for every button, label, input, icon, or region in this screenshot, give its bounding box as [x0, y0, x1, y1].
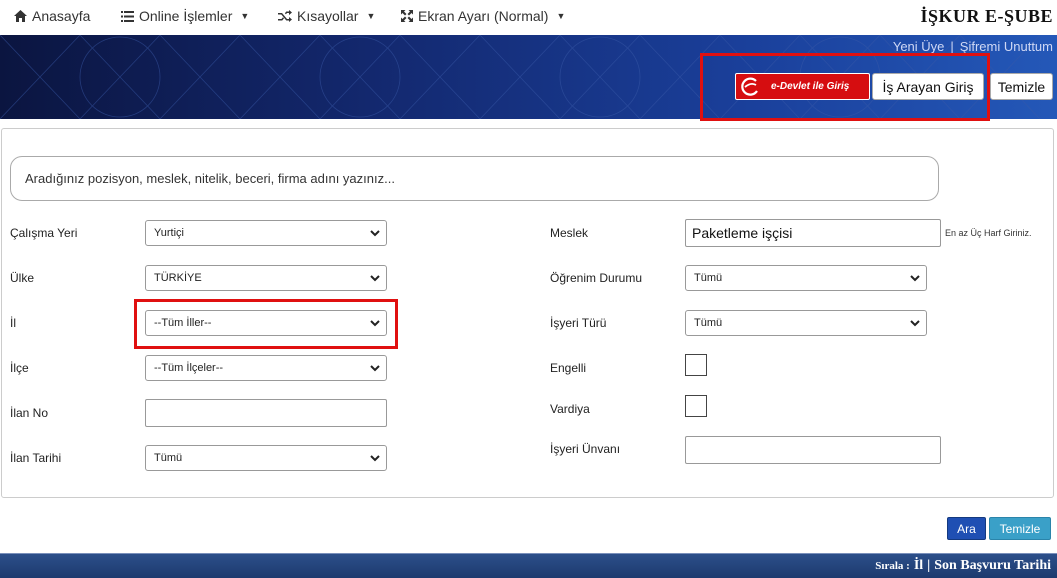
chevron-down-icon — [370, 275, 380, 282]
edevlet-logo-icon — [741, 77, 758, 96]
nav-home[interactable]: Anasayfa — [14, 8, 90, 24]
sort-label: Sırala : — [875, 560, 910, 572]
chevron-down-icon: ▼ — [240, 11, 250, 21]
sort-separator: | — [927, 558, 931, 573]
nav-online-islemler[interactable]: Online İşlemler ▼ — [121, 8, 249, 24]
country-select[interactable]: TÜRKİYE — [145, 265, 387, 291]
chevron-down-icon — [370, 320, 380, 327]
search-input[interactable]: Aradığınız pozisyon, meslek, nitelik, be… — [10, 156, 939, 201]
district-label: İlçe — [10, 361, 29, 375]
chevron-down-icon — [910, 275, 920, 282]
district-value: --Tüm İlçeler-- — [154, 362, 224, 374]
sort-by-deadline[interactable]: Son Başvuru Tarihi — [934, 558, 1051, 574]
list-icon — [121, 10, 134, 22]
edevlet-label: e-Devlet ile Giriş — [771, 81, 850, 92]
province-select[interactable]: --Tüm İller-- — [145, 310, 387, 336]
profession-value: Paketleme işçisi — [692, 225, 793, 241]
workplace-type-select[interactable]: Tümü — [685, 310, 927, 336]
sort-by-province[interactable]: İl — [914, 558, 923, 574]
ad-no-input[interactable] — [145, 399, 387, 427]
sort-options: Sırala : İl | Son Başvuru Tarihi — [875, 558, 1051, 574]
chevron-down-icon — [370, 365, 380, 372]
ad-date-value: Tümü — [154, 452, 183, 464]
clear-button-label: Temizle — [999, 521, 1041, 536]
banner-links: Yeni Üye | Şifremi Unuttum — [893, 39, 1053, 54]
workplace-type-value: Tümü — [694, 317, 723, 329]
nav-home-label: Anasayfa — [32, 8, 91, 24]
shift-label: Vardiya — [550, 402, 590, 416]
province-label: İl — [10, 316, 16, 330]
new-member-link[interactable]: Yeni Üye — [893, 39, 945, 54]
nav-shortcuts-label: Kısayollar — [297, 8, 359, 24]
profession-label: Meslek — [550, 226, 589, 240]
nav-online-label: Online İşlemler — [139, 8, 233, 24]
chevron-down-icon — [370, 230, 380, 237]
disabled-label: Engelli — [550, 361, 587, 375]
search-button-label: Ara — [957, 521, 976, 536]
edevlet-login-button[interactable]: e-Devlet ile Giriş — [735, 73, 870, 100]
chevron-down-icon: ▼ — [556, 11, 566, 21]
country-label: Ülke — [10, 271, 35, 285]
search-placeholder: Aradığınız pozisyon, meslek, nitelik, be… — [25, 171, 395, 186]
disabled-checkbox[interactable] — [685, 354, 707, 376]
clear-button[interactable]: Temizle — [989, 517, 1051, 540]
work-place-value: Yurtiçi — [154, 227, 184, 239]
workplace-title-label: İşyeri Ünvanı — [550, 442, 621, 456]
education-label: Öğrenim Durumu — [550, 271, 643, 285]
nav-kisayollar[interactable]: Kısayollar ▼ — [278, 8, 375, 24]
shuffle-icon — [278, 10, 292, 22]
country-value: TÜRKİYE — [154, 272, 202, 284]
search-button[interactable]: Ara — [947, 517, 986, 540]
forgot-password-link[interactable]: Şifremi Unuttum — [960, 39, 1053, 54]
link-separator: | — [950, 39, 954, 54]
province-value: --Tüm İller-- — [154, 317, 212, 329]
profession-input[interactable]: Paketleme işçisi — [685, 219, 941, 247]
expand-icon — [401, 10, 413, 22]
nav-screen-label: Ekran Ayarı (Normal) — [418, 8, 549, 24]
education-value: Tümü — [694, 272, 723, 284]
workplace-title-input[interactable] — [685, 436, 941, 464]
top-navigation: Anasayfa Online İşlemler ▼ Kısayollar ▼ … — [0, 0, 1057, 35]
job-seeker-login-button[interactable]: İş Arayan Giriş — [872, 73, 984, 100]
workplace-type-label: İşyeri Türü — [550, 316, 607, 330]
education-select[interactable]: Tümü — [685, 265, 927, 291]
job-seeker-login-label: İş Arayan Giriş — [882, 78, 974, 95]
profession-hint: En az Üç Harf Giriniz. — [945, 228, 1032, 238]
work-place-select[interactable]: Yurtiçi — [145, 220, 387, 246]
chevron-down-icon — [910, 320, 920, 327]
shift-checkbox[interactable] — [685, 395, 707, 417]
home-icon — [14, 10, 27, 22]
nav-ekran-ayari[interactable]: Ekran Ayarı (Normal) ▼ — [401, 8, 565, 24]
chevron-down-icon: ▼ — [366, 11, 376, 21]
site-brand: İŞKUR E-ŞUBE — [920, 6, 1053, 26]
district-select[interactable]: --Tüm İlçeler-- — [145, 355, 387, 381]
chevron-down-icon — [370, 455, 380, 462]
banner-clear-label: Temizle — [997, 78, 1046, 95]
work-place-label: Çalışma Yeri — [10, 226, 78, 240]
banner-clear-button[interactable]: Temizle — [990, 73, 1053, 100]
ad-date-label: İlan Tarihi — [10, 451, 62, 465]
sort-bar: Sırala : İl | Son Başvuru Tarihi — [0, 553, 1057, 578]
ad-no-label: İlan No — [10, 406, 49, 420]
ad-date-select[interactable]: Tümü — [145, 445, 387, 471]
